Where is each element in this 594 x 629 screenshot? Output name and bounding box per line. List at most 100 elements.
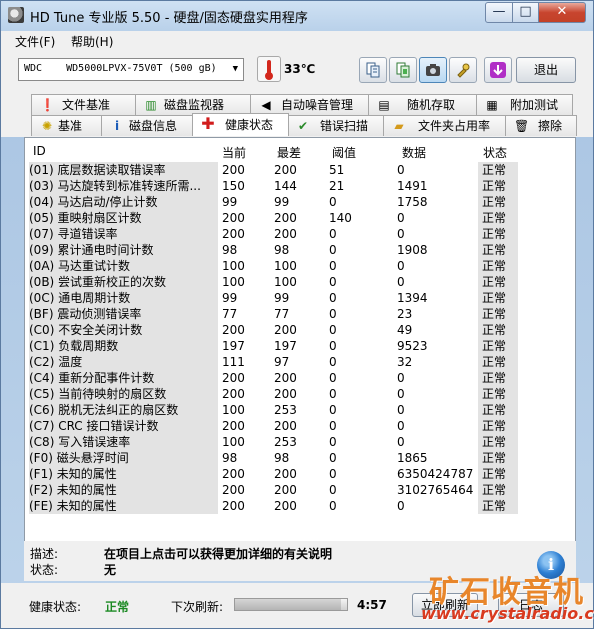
close-button[interactable]: ✕ [538, 2, 586, 23]
camera-icon [426, 64, 440, 76]
table-row[interactable]: (0B) 尝试重新校正的次数 100 100 0 0 正常 [25, 274, 575, 290]
threshold-value: 0 [329, 403, 337, 417]
tab-label: 文件夹占用率 [418, 119, 491, 133]
table-row[interactable]: (C6) 脱机无法纠正的扇区数 100 253 0 0 正常 [25, 402, 575, 418]
worst-value: 99 [274, 291, 290, 305]
threshold-value: 0 [329, 259, 337, 273]
watermark-logo: 矿石收音机 [429, 575, 584, 610]
current-value: 200 [222, 483, 245, 497]
current-value: 98 [222, 451, 238, 465]
threshold-value: 0 [329, 355, 337, 369]
copy-screenshot-button[interactable] [389, 57, 417, 83]
threshold-value: 0 [329, 323, 337, 337]
attribute-name: (01) 底层数据读取错误率 [29, 162, 218, 178]
attribute-status: 正常 [478, 434, 518, 450]
tab-erase[interactable]: 🗑 擦除 [505, 115, 577, 136]
table-row[interactable]: (F0) 磁头悬浮时间 98 98 0 1865 正常 [25, 450, 575, 466]
tab-strip: ❗ 文件基准 ▥ 磁盘监视器 ◀ 自动噪音管理 ▤ 随机存取 ▦ 附加测试 ✺ … [1, 91, 593, 137]
table-row[interactable]: (FE) 未知的属性 200 200 0 0 正常 [25, 498, 575, 514]
save-button[interactable] [484, 57, 512, 83]
tab-file-benchmark[interactable]: ❗ 文件基准 [31, 94, 137, 115]
file-benchmark-icon: ❗ [40, 98, 55, 112]
worst-value: 100 [274, 259, 297, 273]
attribute-name: (05) 重映射扇区计数 [29, 210, 218, 226]
window-title: HD Tune 专业版 5.50 - 硬盘/固态硬盘实用程序 [30, 11, 308, 26]
current-value: 200 [222, 387, 245, 401]
exit-button[interactable]: 退出 [516, 57, 576, 83]
tab-label: 自动噪音管理 [281, 98, 354, 112]
table-row[interactable]: (C1) 负载周期数 197 197 0 9523 正常 [25, 338, 575, 354]
current-value: 200 [222, 499, 245, 513]
threshold-value: 0 [329, 339, 337, 353]
minimize-button[interactable]: — [485, 2, 513, 23]
attribute-status: 正常 [478, 354, 518, 370]
table-row[interactable]: (C8) 写入错误速率 100 253 0 0 正常 [25, 434, 575, 450]
raw-data-value: 0 [397, 371, 405, 385]
table-row[interactable]: (BF) 震动侦测错误率 77 77 0 23 正常 [25, 306, 575, 322]
threshold-value: 0 [329, 419, 337, 433]
threshold-value: 0 [329, 435, 337, 449]
table-row[interactable]: (09) 累计通电时间计数 98 98 0 1908 正常 [25, 242, 575, 258]
copy-text-button[interactable] [359, 57, 387, 83]
current-value: 200 [222, 467, 245, 481]
tab-random-access[interactable]: ▤ 随机存取 [368, 94, 478, 115]
worst-value: 100 [274, 275, 297, 289]
tab-error-scan[interactable]: ✔ 错误扫描 [287, 115, 385, 136]
toolbar: WDC WD5000LPVX-75V0T (500 gB) ▼ 33℃ 退出 [1, 51, 593, 91]
raw-data-value: 0 [397, 259, 405, 273]
table-row[interactable]: (0A) 马达重试计数 100 100 0 0 正常 [25, 258, 575, 274]
table-row[interactable]: (C4) 重新分配事件计数 200 200 0 0 正常 [25, 370, 575, 386]
table-row[interactable]: (04) 马达启动/停止计数 99 99 0 1758 正常 [25, 194, 575, 210]
current-value: 200 [222, 371, 245, 385]
tab-disk-info[interactable]: i 磁盘信息 [101, 115, 194, 136]
tab-extra-tests[interactable]: ▦ 附加测试 [476, 94, 573, 115]
tab-folder-usage[interactable]: ▰ 文件夹占用率 [383, 115, 507, 136]
error-scan-icon: ✔ [297, 119, 309, 133]
menu-help[interactable]: 帮助(H) [71, 33, 113, 50]
table-row[interactable]: (05) 重映射扇区计数 200 200 140 0 正常 [25, 210, 575, 226]
table-row[interactable]: (C5) 当前待映射的扇区数 200 200 0 0 正常 [25, 386, 575, 402]
raw-data-value: 1908 [397, 243, 428, 257]
menu-file[interactable]: 文件(F) [15, 33, 55, 50]
table-row[interactable]: (01) 底层数据读取错误率 200 200 51 0 正常 [25, 162, 575, 178]
disk-monitor-icon: ▥ [145, 98, 157, 112]
raw-data-value: 1865 [397, 451, 428, 465]
drive-select[interactable]: WDC WD5000LPVX-75V0T (500 gB) ▼ [18, 58, 244, 81]
worst-value: 200 [274, 227, 297, 241]
speaker-icon: ◀ [261, 98, 271, 112]
raw-data-value: 0 [397, 403, 405, 417]
tab-benchmark[interactable]: ✺ 基准 [31, 115, 103, 136]
screenshot-button[interactable] [419, 57, 447, 83]
attribute-name: (FE) 未知的属性 [29, 498, 218, 514]
tab-label: 附加测试 [510, 98, 559, 112]
options-button[interactable] [449, 57, 477, 83]
current-value: 99 [222, 291, 238, 305]
table-row[interactable]: (03) 马达旋转到标准转速所需... 150 144 21 1491 正常 [25, 178, 575, 194]
copy-text-icon [366, 62, 380, 78]
title-bar[interactable]: HD Tune 专业版 5.50 - 硬盘/固态硬盘实用程序 — □ ✕ [1, 1, 593, 29]
threshold-value: 0 [329, 195, 337, 209]
description-label: 描述: [30, 547, 59, 561]
table-row[interactable]: (F2) 未知的属性 200 200 0 3102765464 正常 [25, 482, 575, 498]
worst-value: 197 [274, 339, 297, 353]
raw-data-value: 1394 [397, 291, 428, 305]
tab-health[interactable]: ✚ 健康状态 [192, 113, 289, 136]
raw-data-value: 0 [397, 211, 405, 225]
table-row[interactable]: (F1) 未知的属性 200 200 0 6350424787 正常 [25, 466, 575, 482]
table-row[interactable]: (C7) CRC 接口错误计数 200 200 0 0 正常 [25, 418, 575, 434]
table-row[interactable]: (C2) 温度 111 97 0 32 正常 [25, 354, 575, 370]
tab-disk-monitor[interactable]: ▥ 磁盘监视器 [135, 94, 252, 115]
table-row[interactable]: (07) 寻道错误率 200 200 0 0 正常 [25, 226, 575, 242]
attribute-status: 正常 [478, 226, 518, 242]
maximize-button[interactable]: □ [512, 2, 539, 23]
worst-value: 200 [274, 467, 297, 481]
attribute-name: (0B) 尝试重新校正的次数 [29, 274, 218, 290]
drive-select-value: WDC WD5000LPVX-75V0T (500 gB) [24, 63, 217, 74]
threshold-value: 0 [329, 307, 337, 321]
tab-aam[interactable]: ◀ 自动噪音管理 [250, 94, 370, 115]
table-row[interactable]: (C0) 不安全关闭计数 200 200 0 49 正常 [25, 322, 575, 338]
attribute-name: (09) 累计通电时间计数 [29, 242, 218, 258]
current-value: 200 [222, 211, 245, 225]
table-row[interactable]: (0C) 通电周期计数 99 99 0 1394 正常 [25, 290, 575, 306]
raw-data-value: 9523 [397, 339, 428, 353]
